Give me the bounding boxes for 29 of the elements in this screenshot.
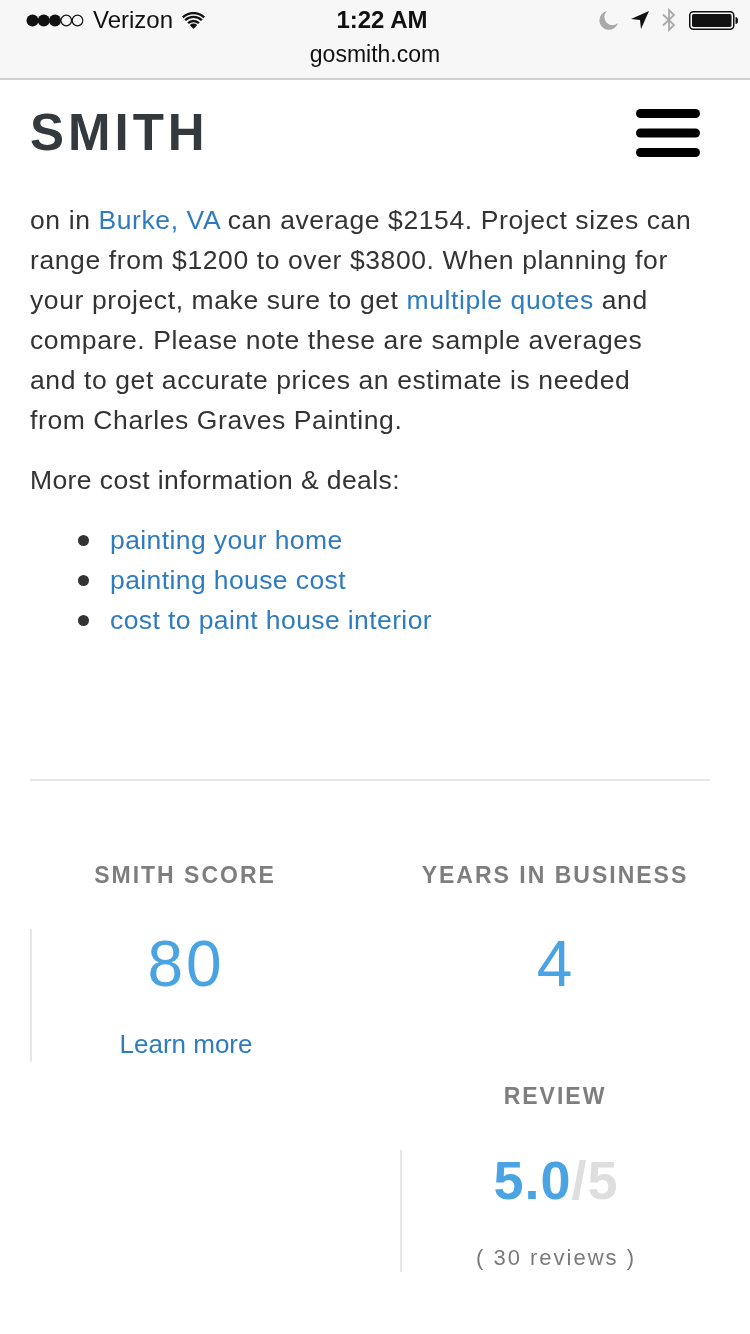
stat-label: YEARS IN BUSINESS <box>421 861 689 889</box>
location-arrow-icon <box>631 11 649 29</box>
wifi-icon <box>182 11 206 29</box>
status-time: 1:22 AM <box>336 6 428 34</box>
more-info-heading: More cost information & deals: <box>30 464 401 497</box>
stat-label: REVIEW <box>503 1082 607 1110</box>
bullet-icon <box>78 534 89 546</box>
cost-link[interactable]: cost to paint house interior <box>110 604 433 636</box>
bluetooth-icon <box>662 8 676 32</box>
score-value: 80 <box>147 929 225 999</box>
inline-link[interactable]: multiple quotes <box>406 285 594 315</box>
logo[interactable]: SMITH <box>30 107 209 158</box>
signal-icon <box>26 13 84 27</box>
bullet-icon <box>78 614 89 626</box>
cost-link[interactable]: painting your home <box>110 524 343 556</box>
moon-icon <box>599 10 618 30</box>
menu-button[interactable] <box>636 108 700 157</box>
menu-icon <box>636 108 700 157</box>
review-count: ( 30 reviews ) <box>475 1244 636 1272</box>
url-text[interactable]: gosmith.com <box>309 40 441 68</box>
carrier-name: Verizon <box>93 6 174 34</box>
battery-icon <box>689 10 738 30</box>
stat-label: SMITH SCORE <box>94 861 276 889</box>
bullet-icon <box>78 574 89 586</box>
cost-link[interactable]: painting house cost <box>110 564 346 596</box>
inline-link[interactable]: Burke, VA <box>98 205 220 235</box>
learn-more-link[interactable]: Learn more <box>119 1026 253 1062</box>
years-value: 4 <box>536 929 576 999</box>
article-paragraph: on in Burke, VA can average $2154. Project sizes can range from $1200 to over $3800. When planning for your project, make sure to get multiple quotes and compare. Please note these are sample averages and to get accurate prices an estimate is needed from Charles Graves Painting. <box>30 204 693 437</box>
